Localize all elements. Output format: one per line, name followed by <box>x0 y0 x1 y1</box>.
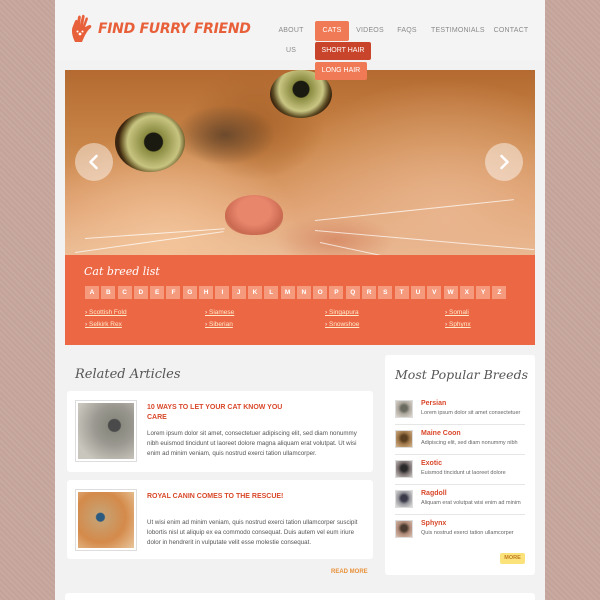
cat-photo <box>78 403 134 459</box>
chevron-right-icon <box>500 154 509 170</box>
letter-filter-o[interactable]: O <box>313 286 328 299</box>
nav-testimonials[interactable]: TESTIMONIALS <box>431 21 485 41</box>
hero-slider <box>65 70 535 255</box>
article-excerpt: Ut wisi enim ad minim veniam, quis nostr… <box>147 519 358 547</box>
letter-filter-x[interactable]: X <box>459 286 474 299</box>
breed-name-link[interactable]: Maine Coon <box>421 430 461 437</box>
letter-filter-n[interactable]: N <box>296 286 311 299</box>
read-more-link[interactable]: READ MORE <box>331 569 368 575</box>
letter-filter-a[interactable]: A <box>85 286 99 299</box>
breed-link-sphynx[interactable]: Sphynx <box>445 319 555 331</box>
slider-next-button[interactable] <box>485 143 523 181</box>
letter-filter-h[interactable]: H <box>199 286 214 299</box>
letter-filter-w[interactable]: W <box>443 286 458 299</box>
letter-filter-k[interactable]: K <box>247 286 262 299</box>
breed-column: Scottish Fold Selkirk Rex <box>85 307 195 331</box>
breed-link-selkirk-rex[interactable]: Selkirk Rex <box>85 319 195 331</box>
page-container: FIND FURRY FRIEND ABOUT US CATS VIDEOS F… <box>55 0 545 600</box>
letter-filter-r[interactable]: R <box>362 286 377 299</box>
site-header: FIND FURRY FRIEND ABOUT US CATS VIDEOS F… <box>55 0 545 60</box>
popular-breed-item: Exotic Euismod tincidunt ut laoreet dolo… <box>395 457 525 485</box>
letter-filter-c[interactable]: C <box>117 286 132 299</box>
slide-image-whisker <box>314 199 514 221</box>
breed-description: Lorem ipsum dolor sit amet consectetuer <box>421 410 521 416</box>
alphabet-filter: ABCDEFGHIJKLMNOPQRSTUVWXYZ <box>85 286 509 299</box>
breed-description: Euismod tincidunt ut laoreet dolore <box>421 470 506 476</box>
breed-link-singapura[interactable]: Singapura <box>325 307 435 319</box>
breed-thumbnail[interactable] <box>395 460 413 478</box>
breed-name-link[interactable]: Exotic <box>421 460 442 467</box>
footer-panel-top <box>65 593 535 600</box>
letter-filter-p[interactable]: P <box>329 286 344 299</box>
breed-thumbnail[interactable] <box>395 490 413 508</box>
breed-column: Singapura Snowshoe <box>325 307 435 331</box>
breed-name-link[interactable]: Persian <box>421 400 446 407</box>
cat-photo <box>78 492 134 548</box>
breed-list-panel: Cat breed list ABCDEFGHIJKLMNOPQRSTUVWXY… <box>65 255 535 345</box>
page-background-right <box>545 0 600 600</box>
article-card: ROYAL CANIN COMES TO THE RESCUE! Ut wisi… <box>67 480 373 559</box>
article-card: 10 WAYS TO LET YOUR CAT KNOW YOU CARE Lo… <box>67 391 373 472</box>
breed-description: Quis nostrud exerci tation ullamcorper <box>421 530 514 536</box>
breed-link-snowshoe[interactable]: Snowshoe <box>325 319 435 331</box>
letter-filter-v[interactable]: V <box>427 286 442 299</box>
letter-filter-y[interactable]: Y <box>476 286 491 299</box>
breed-thumbnail[interactable] <box>395 400 413 418</box>
letter-filter-m[interactable]: M <box>280 286 295 299</box>
article-thumbnail[interactable] <box>75 400 137 462</box>
chevron-left-icon <box>89 154 98 170</box>
breed-column: Siamese Siberian <box>205 307 315 331</box>
letter-filter-z[interactable]: Z <box>492 286 507 299</box>
dropdown-short-hair[interactable]: SHORT HAIR <box>315 42 371 60</box>
letter-filter-j[interactable]: J <box>231 286 246 299</box>
article-title-link[interactable]: ROYAL CANIN COMES TO THE RESCUE! <box>147 492 287 502</box>
breed-link-somali[interactable]: Somali <box>445 307 555 319</box>
article-excerpt: Lorem ipsum dolor sit amet, consectetuer… <box>147 430 357 458</box>
breed-link-siberian[interactable]: Siberian <box>205 319 315 331</box>
letter-filter-q[interactable]: Q <box>345 286 360 299</box>
popular-breed-item: Sphynx Quis nostrud exerci tation ullamc… <box>395 517 525 545</box>
breed-list-title: Cat breed list <box>84 265 160 278</box>
breed-thumbnail[interactable] <box>395 520 413 538</box>
breed-link-siamese[interactable]: Siamese <box>205 307 315 319</box>
slider-prev-button[interactable] <box>75 143 113 181</box>
slide-image-cat-eye-left <box>115 112 185 172</box>
letter-filter-e[interactable]: E <box>150 286 165 299</box>
letter-filter-u[interactable]: U <box>410 286 425 299</box>
popular-breeds-heading: Most Popular Breeds <box>395 367 528 382</box>
related-articles-heading: Related Articles <box>75 367 181 382</box>
letter-filter-d[interactable]: D <box>133 286 148 299</box>
nav-contact[interactable]: CONTACT <box>493 21 529 41</box>
letter-filter-b[interactable]: B <box>101 286 116 299</box>
dropdown-long-hair[interactable]: LONG HAIR <box>315 62 367 80</box>
letter-filter-f[interactable]: F <box>166 286 181 299</box>
slide-image-cat-nose <box>225 195 283 235</box>
main-nav: ABOUT US CATS VIDEOS FAQS TESTIMONIALS C… <box>55 21 545 54</box>
letter-filter-l[interactable]: L <box>264 286 279 299</box>
article-title-link[interactable]: 10 WAYS TO LET YOUR CAT KNOW YOU CARE <box>147 403 287 423</box>
breed-thumbnail[interactable] <box>395 430 413 448</box>
page-background-left <box>0 0 55 600</box>
article-thumbnail[interactable] <box>75 489 137 551</box>
popular-breed-item: Persian Lorem ipsum dolor sit amet conse… <box>395 397 525 425</box>
letter-filter-i[interactable]: I <box>215 286 230 299</box>
breed-link-scottish-fold[interactable]: Scottish Fold <box>85 307 195 319</box>
more-button[interactable]: MORE <box>500 553 525 564</box>
popular-breeds-panel: Most Popular Breeds Persian Lorem ipsum … <box>385 355 535 575</box>
breed-column: Somali Sphynx <box>445 307 555 331</box>
breed-name-link[interactable]: Ragdoll <box>421 490 447 497</box>
popular-breed-item: Ragdoll Aliquam erat volutpat wisi enim … <box>395 487 525 515</box>
popular-breed-item: Maine Coon Adipiscing elit, sed diam non… <box>395 427 525 455</box>
nav-faqs[interactable]: FAQS <box>395 21 419 41</box>
breed-description: Adipiscing elit, sed diam nonummy nibh <box>421 440 518 446</box>
nav-cats[interactable]: CATS <box>315 21 349 41</box>
slide-image-whisker <box>319 242 526 255</box>
letter-filter-t[interactable]: T <box>394 286 409 299</box>
letter-filter-s[interactable]: S <box>378 286 393 299</box>
nav-about-us[interactable]: ABOUT US <box>273 21 309 54</box>
letter-filter-g[interactable]: G <box>182 286 197 299</box>
nav-videos[interactable]: VIDEOS <box>355 21 385 41</box>
breed-name-link[interactable]: Sphynx <box>421 520 446 527</box>
breed-description: Aliquam erat volutpat wisi enim ad minim <box>421 500 521 506</box>
